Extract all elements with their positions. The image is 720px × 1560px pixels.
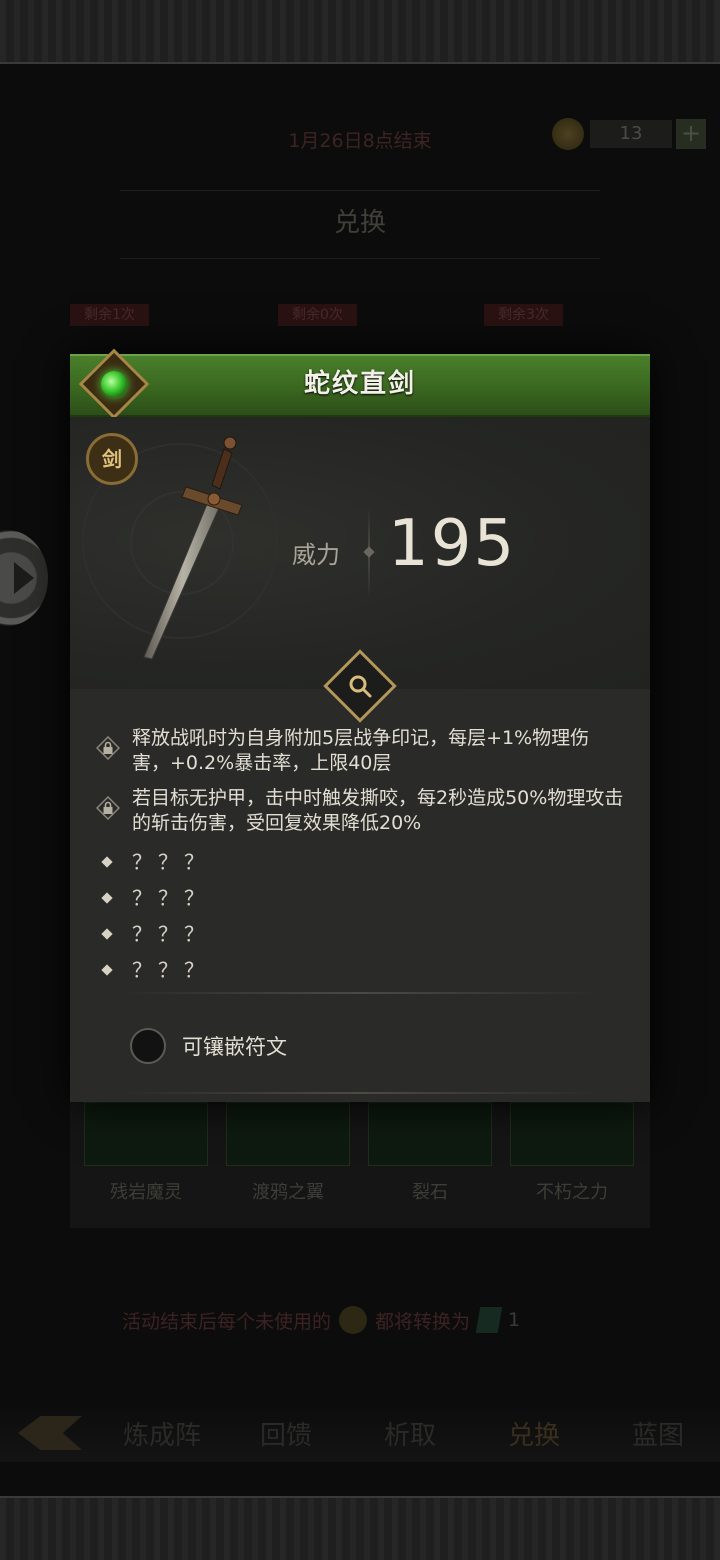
hidden-affix: ？？？ (70, 952, 650, 988)
power-value: 195 (388, 507, 517, 581)
tab-rewards[interactable]: 回馈 (224, 1415, 348, 1452)
conversion-note-before: 活动结束后每个未使用的 (122, 1310, 332, 1333)
diamond-bullet-icon (101, 964, 113, 976)
plus-icon[interactable]: + (676, 119, 706, 149)
socket-label: 可镶嵌符文 (182, 1035, 287, 1059)
magnify-icon (349, 675, 372, 698)
reward-card[interactable] (84, 1102, 208, 1166)
hidden-affix-text: ？？？ (132, 922, 210, 946)
tab-blueprint[interactable]: 蓝图 (596, 1415, 720, 1452)
affix-list: 释放战吼时为自身附加5层战争印记，每层+1%物理伤害，+0.2%暴击率，上限40… (70, 726, 650, 988)
reward-card-label: 残岩魔灵 (110, 1182, 182, 1203)
lock-icon (96, 736, 120, 760)
sword-icon (143, 436, 243, 660)
exchange-section-title: 兑换 (333, 208, 386, 238)
affix-text: 释放战吼时为自身附加5层战争印记，每层+1%物理伤害，+0.2%暴击率，上限40… (132, 727, 590, 774)
hidden-affix: ？？？ (70, 916, 650, 952)
conversion-note-after: 都将转换为 (375, 1310, 471, 1333)
back-icon (18, 1416, 82, 1450)
hidden-affix-text: ？？？ (132, 850, 210, 874)
item-name: 蛇纹直剑 (303, 369, 416, 399)
hidden-affix-list: ？？？ ？？？ ？？？ ？？？ (70, 844, 650, 988)
arrow-right-icon (14, 562, 34, 594)
tab-alchemy[interactable]: 炼成阵 (100, 1415, 224, 1452)
remaining-tag: 剩余1次 (70, 304, 149, 326)
hidden-affix-text: ？？？ (132, 958, 210, 982)
socket-icon[interactable] (130, 1028, 166, 1064)
bottom-nav: 炼成阵 回馈 析取 兑换 蓝图 (0, 1404, 720, 1462)
reward-card[interactable] (368, 1102, 492, 1166)
diamond-bullet-icon (101, 928, 113, 940)
conversion-note: 活动结束后每个未使用的 都将转换为 1 (122, 1306, 520, 1334)
reward-card[interactable] (510, 1102, 634, 1166)
reward-card-label: 裂石 (412, 1182, 448, 1203)
affix-item: 若目标无护甲，击中时触发撕咬，每2秒造成50%物理攻击的斩击伤害，受回复效果降低… (70, 786, 650, 836)
lock-icon (96, 796, 120, 820)
bottom-ornament-frame (0, 1496, 720, 1560)
power-label: 威力 (292, 541, 340, 569)
currency-display: 13 + (552, 118, 706, 150)
currency-amount: 13 (590, 120, 672, 148)
gem-emblem-icon (78, 348, 150, 420)
title-rule-bottom (120, 258, 600, 259)
top-ornament-frame (0, 0, 720, 64)
side-arrow-button[interactable] (0, 530, 48, 626)
hidden-affix: ？？？ (70, 880, 650, 916)
back-button[interactable] (0, 1404, 100, 1462)
hidden-affix-text: ？？？ (132, 886, 210, 910)
item-showcase: 剑 威力 195 (70, 417, 650, 689)
remaining-tag: 剩余3次 (484, 304, 563, 326)
reward-card[interactable] (226, 1102, 350, 1166)
remaining-tag: 剩余0次 (278, 304, 357, 326)
gem-icon (475, 1307, 503, 1333)
diamond-bullet-icon (101, 892, 113, 904)
affix-text: 若目标无护甲，击中时触发撕咬，每2秒造成50%物理攻击的斩击伤害，受回复效果降低… (132, 787, 624, 834)
item-detail-modal: 蛇纹直剑 剑 威力 195 释放战吼时为自身附加5层战争印记，每层+1%物理伤害… (70, 348, 650, 1102)
coin-icon (339, 1306, 368, 1334)
affix-item: 释放战吼时为自身附加5层战争印记，每层+1%物理伤害，+0.2%暴击率，上限40… (70, 726, 650, 776)
rune-socket-row: 可镶嵌符文 (130, 1028, 287, 1064)
diamond-bullet-icon (101, 856, 113, 868)
power-separator-dot (363, 546, 375, 558)
title-rule-top (120, 190, 600, 191)
divider (120, 992, 600, 994)
tab-extract[interactable]: 析取 (348, 1415, 472, 1452)
reward-card-label: 不朽之力 (536, 1182, 608, 1203)
conversion-count: 1 (508, 1309, 521, 1331)
coin-icon (552, 118, 584, 150)
divider (120, 1092, 600, 1094)
hidden-affix: ？？？ (70, 844, 650, 880)
reward-card-label: 渡鸦之翼 (252, 1182, 324, 1203)
tab-exchange[interactable]: 兑换 (472, 1415, 596, 1452)
